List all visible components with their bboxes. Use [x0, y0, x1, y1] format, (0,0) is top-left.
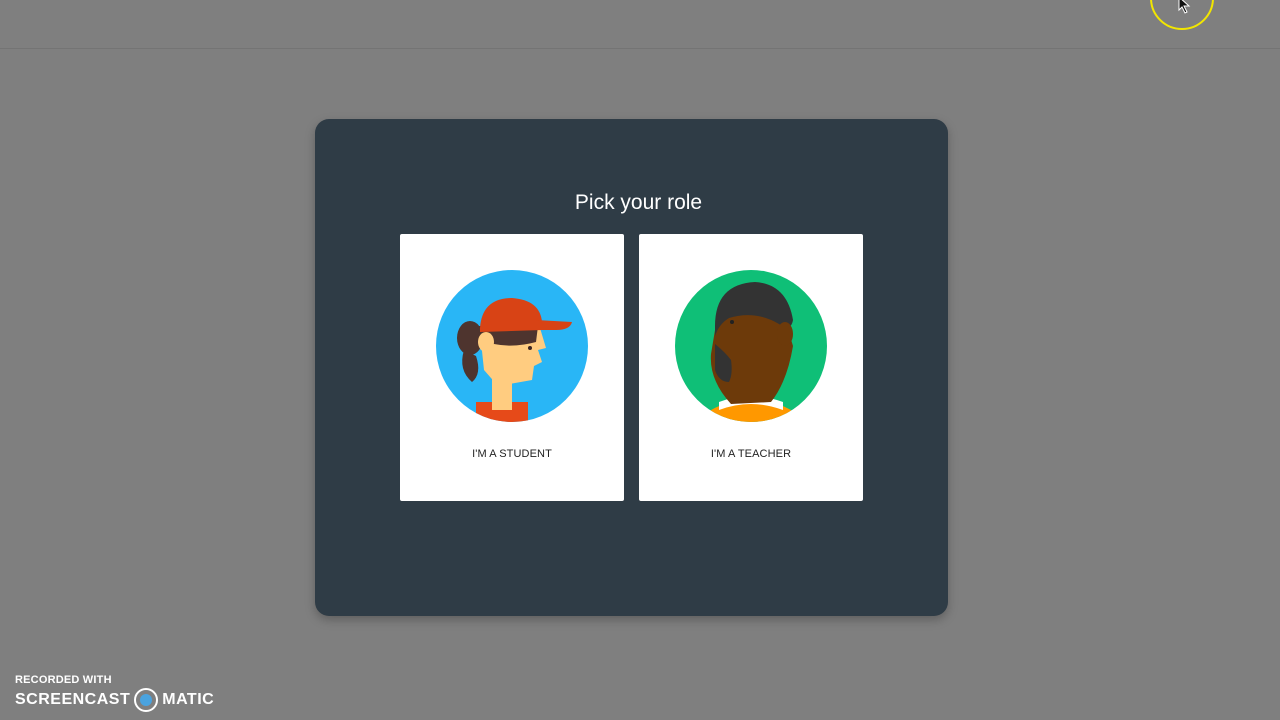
student-role-card[interactable]: I'M A STUDENT: [400, 234, 624, 501]
dialog-title: Pick your role: [574, 191, 703, 214]
screencast-watermark: RECORDED WITH SCREENCAST MATIC: [15, 674, 214, 712]
watermark-brand-left: SCREENCAST: [15, 691, 131, 708]
screencast-logo-icon: [134, 688, 159, 712]
student-role-label: I'M A STUDENT: [472, 448, 552, 460]
student-avatar-icon: [436, 270, 588, 422]
teacher-role-card[interactable]: I'M A TEACHER: [639, 234, 863, 501]
watermark-brand-right: MATIC: [162, 691, 215, 708]
top-divider: [0, 48, 1280, 49]
teacher-role-label: I'M A TEACHER: [710, 448, 792, 460]
teacher-avatar-icon: [675, 270, 827, 422]
role-picker-dialog: Pick your role I'M A STUDENT I'M A TEACH…: [315, 119, 948, 616]
watermark-recorded-with: RECORDED WITH: [15, 674, 112, 686]
mouse-cursor-icon: [1178, 0, 1191, 14]
